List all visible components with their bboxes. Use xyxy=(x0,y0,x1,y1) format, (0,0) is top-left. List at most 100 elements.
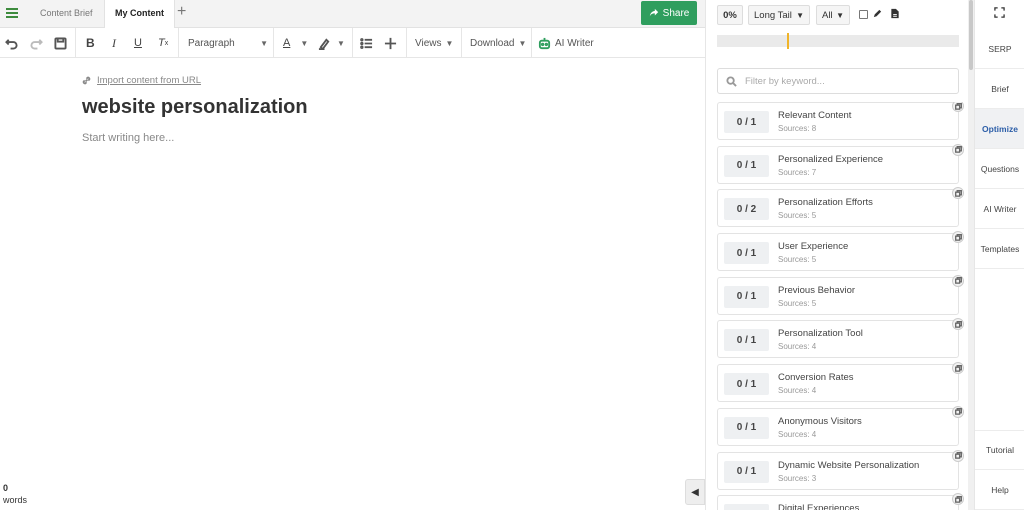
document-icon[interactable] xyxy=(890,8,900,19)
copy-keyword-icon[interactable] xyxy=(952,493,964,506)
document-title[interactable]: website personalization xyxy=(82,96,308,119)
chevron-down-icon: ▼ xyxy=(445,38,454,48)
save-icon[interactable] xyxy=(54,28,67,58)
keyword-row[interactable]: 0 / 1 Personalized Experience Sources: 7 xyxy=(717,143,964,184)
bullet-list-icon[interactable] xyxy=(360,28,373,58)
keyword-usage-count: 0 / 1 xyxy=(724,285,769,308)
robot-icon xyxy=(538,37,551,49)
keyword-list: 0 / 1 Relevant Content Sources: 8 0 / 1 Pers… xyxy=(717,102,972,510)
keyword-row[interactable]: 0 / 1 Dynamic Website Personalization Sour… xyxy=(717,449,964,490)
collapse-panel-button[interactable]: ◀ xyxy=(685,479,705,505)
paragraph-label: Paragraph xyxy=(188,37,235,49)
tab-content-brief[interactable]: Content Brief xyxy=(30,0,103,28)
score-progress-bar xyxy=(717,33,959,49)
nav-questions[interactable]: Questions xyxy=(975,149,1024,189)
nav-help[interactable]: Help xyxy=(975,470,1024,510)
italic-icon[interactable]: I xyxy=(112,28,116,58)
pen-icon[interactable] xyxy=(872,8,883,19)
editor-toolbar: B I U Tx Paragraph ▼ A ▼ ▼ Views ▼ Downl… xyxy=(0,28,705,58)
keyword-usage-count: 0 / 1 xyxy=(724,242,769,265)
keyword-usage-count: 0 / 1 xyxy=(724,329,769,352)
keyword-sources: Sources: 4 xyxy=(778,342,817,352)
keyword-sources: Sources: 5 xyxy=(778,255,817,265)
keyword-row[interactable]: 0 / 1 Previous Behavior Sources: 5 xyxy=(717,274,964,315)
copy-keyword-icon[interactable] xyxy=(952,274,964,287)
term-type-select[interactable]: Long Tail ▼ xyxy=(748,5,810,25)
copy-keyword-icon[interactable] xyxy=(952,187,964,200)
text-color-dropdown[interactable]: A ▼ xyxy=(283,28,308,58)
select-all-checkbox[interactable] xyxy=(859,10,868,19)
keyword-usage-count xyxy=(724,504,769,510)
redo-icon[interactable] xyxy=(30,28,43,58)
chevron-down-icon: ▼ xyxy=(300,38,309,48)
copy-keyword-icon[interactable] xyxy=(952,449,964,462)
highlight-dropdown[interactable]: ▼ xyxy=(318,28,345,58)
keyword-sources: Sources: 3 xyxy=(778,473,817,483)
keyword-row[interactable]: 0 / 1 Conversion Rates Sources: 4 xyxy=(717,362,964,403)
underline-icon[interactable]: U xyxy=(134,28,142,58)
term-type-value: Long Tail xyxy=(754,9,792,21)
keyword-row[interactable]: 0 / 1 Personalization Tool Sources: 4 xyxy=(717,318,964,359)
word-count-value: 0 xyxy=(3,483,9,493)
copy-keyword-icon[interactable] xyxy=(952,143,964,156)
share-button[interactable]: Share xyxy=(641,1,697,25)
keyword-row[interactable]: Digital Experiences xyxy=(717,493,964,510)
keyword-name: Personalization Tool xyxy=(778,328,863,340)
nav-serp[interactable]: SERP xyxy=(975,29,1024,69)
keyword-name: Digital Experiences xyxy=(778,503,860,510)
term-filter-select[interactable]: All ▼ xyxy=(816,5,850,25)
menu-icon[interactable] xyxy=(4,6,20,22)
keyword-row[interactable]: 0 / 1 User Experience Sources: 5 xyxy=(717,231,964,272)
copy-keyword-icon[interactable] xyxy=(952,405,964,418)
ai-writer-button[interactable]: AI Writer xyxy=(538,28,594,58)
scrollbar-thumb[interactable] xyxy=(969,0,973,70)
add-tab-icon[interactable]: + xyxy=(177,3,186,21)
nav-brief[interactable]: Brief xyxy=(975,69,1024,109)
import-url-label: Import content from URL xyxy=(97,75,202,86)
chevron-down-icon: ▼ xyxy=(337,38,345,48)
term-filter-value: All xyxy=(822,9,833,21)
nav-templates[interactable]: Templates xyxy=(975,229,1024,269)
views-dropdown[interactable]: Views ▼ xyxy=(415,28,453,58)
tab-my-content[interactable]: My Content xyxy=(104,0,175,29)
nav-optimize[interactable]: Optimize xyxy=(975,109,1024,149)
side-nav: SERP Brief Optimize Questions AI Writer … xyxy=(974,0,1024,510)
undo-icon[interactable] xyxy=(5,28,18,58)
text-color-icon: A xyxy=(283,37,291,49)
bold-icon[interactable]: B xyxy=(86,28,95,58)
keyword-sources: Sources: 8 xyxy=(778,124,817,133)
chevron-down-icon: ▼ xyxy=(796,10,804,20)
keyword-usage-count: 0 / 1 xyxy=(724,416,769,439)
keyword-usage-count: 0 / 1 xyxy=(724,460,769,483)
copy-keyword-icon[interactable] xyxy=(952,102,964,112)
nav-tutorial[interactable]: Tutorial xyxy=(975,430,1024,470)
keyword-usage-count: 0 / 2 xyxy=(724,198,769,221)
fullscreen-icon[interactable] xyxy=(994,7,1005,18)
editor-placeholder[interactable]: Start writing here... xyxy=(82,132,174,144)
keyword-row[interactable]: 0 / 2 Personalization Efforts Sources: 5 xyxy=(717,187,964,228)
download-label: Download xyxy=(470,37,515,49)
keyword-name: Relevant Content xyxy=(778,110,852,121)
copy-keyword-icon[interactable] xyxy=(952,362,964,375)
chevron-down-icon: ▼ xyxy=(836,10,844,20)
keyword-sources: Sources: 7 xyxy=(778,167,817,177)
copy-keyword-icon[interactable] xyxy=(952,318,964,331)
keyword-filter-input[interactable] xyxy=(745,75,945,87)
keyword-row[interactable]: 0 / 1 Relevant Content Sources: 8 xyxy=(717,102,964,140)
paragraph-dropdown[interactable]: Paragraph ▼ xyxy=(188,28,268,58)
word-count: 0 words xyxy=(3,482,27,506)
keyword-row[interactable]: 0 / 1 Anonymous Visitors Sources: 4 xyxy=(717,405,964,446)
share-label: Share xyxy=(662,7,690,19)
import-url-link[interactable]: Import content from URL xyxy=(82,75,201,86)
score-target-marker xyxy=(787,33,789,49)
keyword-name: User Experience xyxy=(778,241,849,253)
download-dropdown[interactable]: Download ▼ xyxy=(470,28,526,58)
keyword-sources: Sources: 4 xyxy=(778,386,817,396)
content-score: 0% xyxy=(717,5,743,25)
copy-keyword-icon[interactable] xyxy=(952,231,964,244)
keyword-name: Personalization Efforts xyxy=(778,197,873,209)
keyword-filter[interactable] xyxy=(717,68,959,94)
insert-plus-icon[interactable] xyxy=(384,28,397,58)
clear-format-icon[interactable]: Tx xyxy=(158,28,168,58)
nav-ai-writer[interactable]: AI Writer xyxy=(975,189,1024,229)
